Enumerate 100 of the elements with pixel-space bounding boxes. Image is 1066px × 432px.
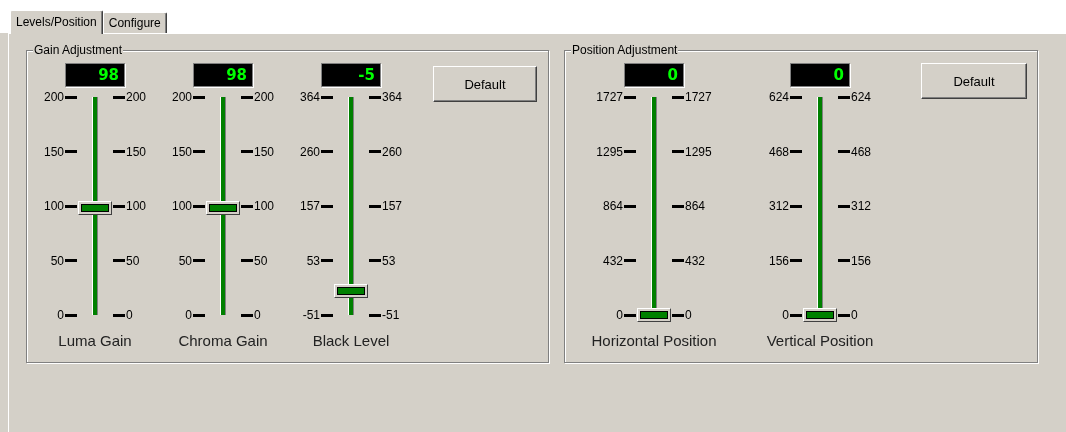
tick-label: -51 (301, 308, 320, 322)
tick-label: 157 (298, 199, 320, 213)
tick-label: 50 (49, 253, 64, 268)
tick-label: 150 (42, 144, 64, 159)
tick-mark (113, 150, 125, 153)
tick-mark (193, 313, 205, 317)
tick-label: 468 (767, 144, 789, 159)
tick-mark (321, 150, 333, 153)
tick-mark (241, 259, 253, 262)
tick-mark (369, 95, 381, 99)
value-display: 0 (624, 63, 684, 87)
tick-label: 53 (382, 253, 397, 268)
group-title: Gain Adjustment (33, 43, 124, 57)
tick-label: 150 (126, 144, 148, 159)
tick-label: 53 (305, 253, 320, 268)
tick-mark (672, 259, 684, 262)
tick-label: 100 (126, 199, 148, 213)
tick-label: 0 (781, 308, 789, 322)
tick-label: 50 (254, 253, 269, 268)
value-display: 98 (193, 63, 253, 87)
tick-label: 156 (851, 253, 873, 268)
tab[interactable]: Levels/Position (10, 10, 103, 34)
tick-mark (321, 313, 333, 317)
tick-label: 100 (170, 199, 192, 213)
tick-mark (193, 150, 205, 153)
tick-mark (672, 95, 684, 99)
tick-mark (369, 313, 381, 317)
tick-mark (321, 204, 333, 208)
slider-label: Horizontal Position (591, 332, 717, 349)
tick-mark (113, 259, 125, 262)
tick-mark (790, 313, 802, 317)
tick-mark (672, 313, 684, 317)
slider-thumb[interactable] (334, 284, 368, 298)
tick-label: 100 (254, 199, 276, 213)
tick-label: 468 (851, 144, 873, 159)
tick-label: 100 (42, 199, 64, 213)
tick-mark (193, 95, 205, 99)
tick-mark (65, 313, 77, 317)
value-display: -5 (321, 63, 381, 87)
tick-mark (241, 150, 253, 153)
tick-label: 200 (170, 90, 192, 104)
tick-label: 0 (851, 308, 859, 322)
tick-mark (838, 313, 850, 317)
tick-mark (65, 150, 77, 153)
tick-label: 624 (767, 90, 789, 104)
tick-mark (241, 313, 253, 317)
tick-mark (790, 95, 802, 99)
tick-label: 150 (170, 144, 192, 159)
tick-mark (624, 313, 636, 317)
tick-label: 864 (601, 199, 623, 213)
tick-mark (624, 204, 636, 208)
tick-mark (790, 150, 802, 153)
slider-label: Black Level (312, 332, 390, 349)
tick-label: 1295 (595, 144, 623, 159)
default-button[interactable]: Default (921, 63, 1027, 99)
tick-mark (321, 259, 333, 262)
tick-mark (790, 204, 802, 208)
slider-label: Vertical Position (766, 332, 874, 349)
tick-mark (672, 204, 684, 208)
slider-label: Luma Gain (58, 332, 132, 349)
tick-label: -51 (382, 308, 401, 322)
tick-mark (369, 259, 381, 262)
tick-label: 200 (254, 90, 276, 104)
tick-mark (321, 95, 333, 99)
tick-label: 200 (42, 90, 64, 104)
slider-thumb[interactable] (206, 201, 240, 216)
tick-label: 0 (184, 308, 192, 322)
tick-mark (241, 204, 253, 208)
tick-mark (624, 259, 636, 262)
slider-thumb[interactable] (803, 308, 837, 322)
tick-mark (838, 95, 850, 99)
value-display: 0 (790, 63, 850, 87)
tick-label: 1295 (685, 144, 713, 159)
tick-mark (790, 259, 802, 262)
tick-mark (241, 95, 253, 99)
tick-mark (369, 204, 381, 208)
tick-label: 0 (615, 308, 623, 322)
tick-label: 50 (177, 253, 192, 268)
slider-thumb[interactable] (78, 201, 112, 216)
tick-label: 0 (685, 308, 693, 322)
tick-mark (672, 150, 684, 153)
tick-label: 50 (126, 253, 141, 268)
slider-label: Chroma Gain (178, 332, 268, 349)
tick-label: 624 (851, 90, 873, 104)
tick-label: 200 (126, 90, 148, 104)
group-title: Position Adjustment (571, 43, 679, 57)
default-button[interactable]: Default (433, 66, 537, 102)
slider-thumb[interactable] (637, 308, 671, 322)
tick-label: 157 (382, 199, 404, 213)
tick-label: 0 (56, 308, 64, 322)
tab[interactable]: Configure (102, 12, 167, 33)
tick-label: 864 (685, 199, 707, 213)
tick-label: 260 (382, 144, 404, 159)
tick-mark (113, 204, 125, 208)
tick-mark (624, 95, 636, 99)
tick-label: 364 (298, 90, 320, 104)
tick-label: 364 (382, 90, 404, 104)
tick-mark (838, 150, 850, 153)
tick-label: 1727 (685, 90, 713, 104)
tick-mark (193, 204, 205, 208)
